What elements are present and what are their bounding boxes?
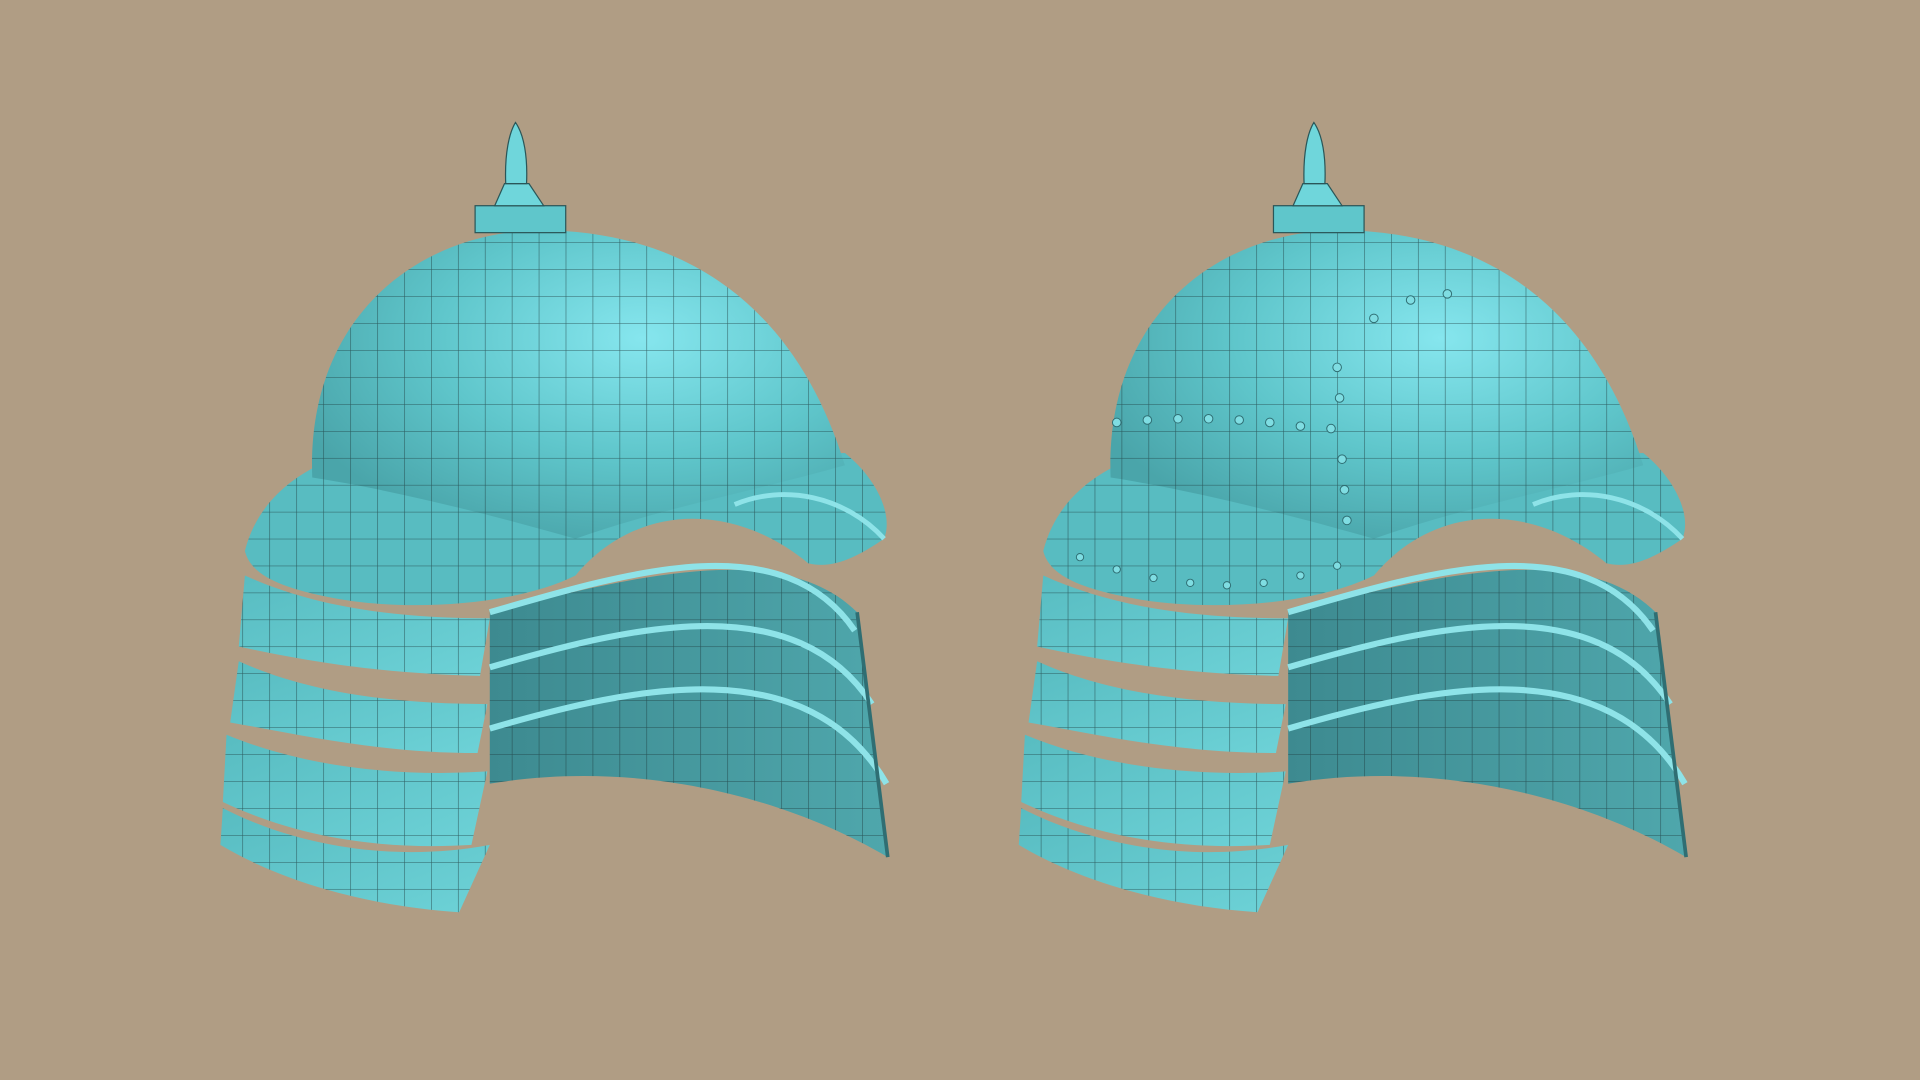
viewport-canvas — [0, 0, 1920, 1080]
